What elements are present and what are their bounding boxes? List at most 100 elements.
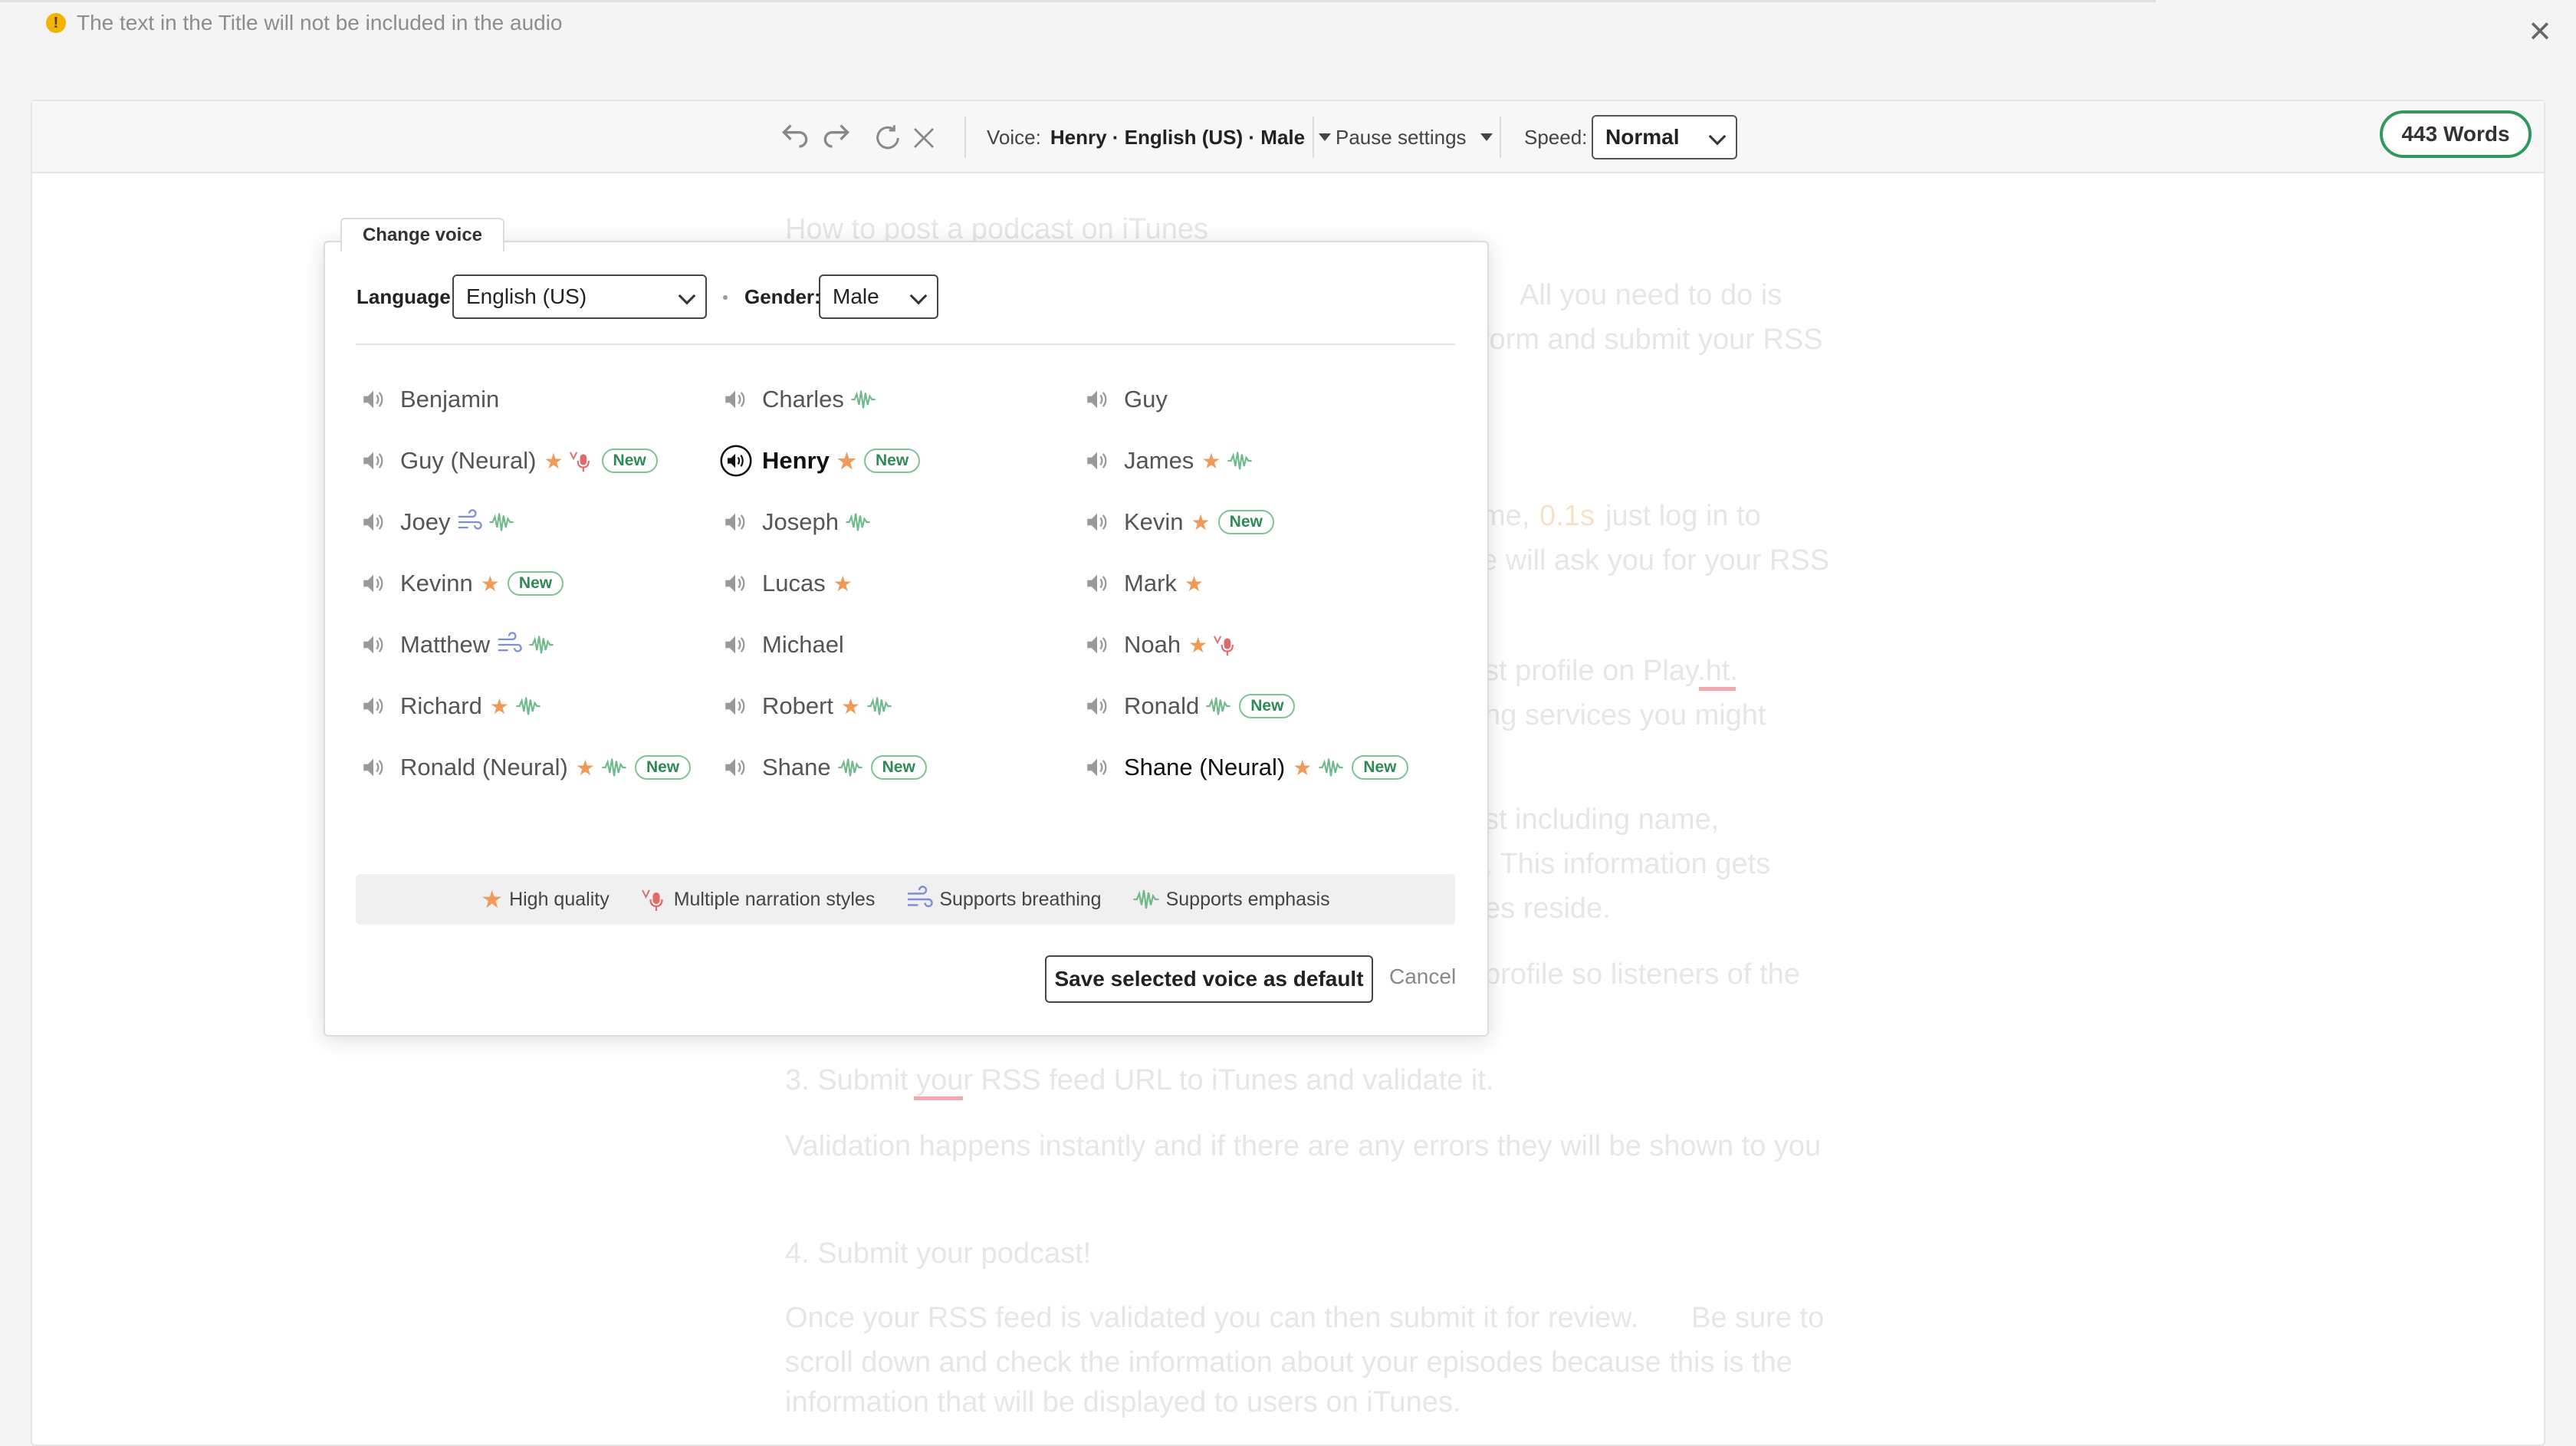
word-count-badge: 443 Words	[2380, 110, 2532, 158]
doc-text-line: 4. Submit your podcast!	[785, 1237, 1092, 1270]
voice-option-ronald-neural[interactable]: Ronald (Neural) ★ New	[360, 746, 692, 789]
voice-option-shane[interactable]: Shane New	[722, 746, 927, 789]
voice-option-henry[interactable]: Henry ★ New	[719, 439, 921, 482]
voice-option-guy-neural[interactable]: Guy (Neural) ★ New	[360, 439, 658, 482]
speaker-icon	[363, 573, 383, 593]
save-default-voice-button[interactable]: Save selected voice as default	[1045, 955, 1373, 1003]
voice-option-charles[interactable]: Charles	[722, 378, 876, 421]
speed-select[interactable]: Normal	[1592, 115, 1737, 159]
voice-name: Lucas	[762, 570, 826, 596]
chevron-down-icon	[678, 287, 696, 305]
top-divider	[0, 0, 2156, 2]
voice-selector[interactable]: Voice: Henry · English (US) · Male	[987, 121, 1332, 153]
speaker-icon	[363, 635, 383, 655]
title-audio-notice: ! The text in the Title will not be incl…	[46, 8, 563, 38]
voice-name: Benjamin	[400, 386, 500, 412]
voice-option-noah[interactable]: Noah ★	[1084, 623, 1238, 666]
voice-option-ronald[interactable]: Ronald New	[1084, 685, 1296, 728]
speaker-icon	[1086, 573, 1107, 593]
legend-emphasis: Supports emphasis	[1132, 886, 1330, 913]
high-quality-star-icon: ★	[489, 694, 509, 718]
new-badge: New	[1217, 510, 1274, 534]
change-voice-tab: Change voice	[340, 218, 504, 251]
voice-option-matthew[interactable]: Matthew	[360, 623, 554, 666]
breathing-icon	[497, 632, 522, 652]
speaker-icon	[1086, 696, 1107, 716]
legend-breathing: Supports breathing	[905, 886, 1102, 913]
voice-option-joseph[interactable]: Joseph	[722, 501, 871, 544]
voice-value: Henry · English (US) · Male	[1050, 125, 1306, 149]
speaker-icon	[724, 573, 745, 593]
high-quality-star-icon: ★	[836, 449, 856, 473]
voice-option-robert[interactable]: Robert ★	[722, 685, 892, 728]
high-quality-star-icon: ★	[544, 449, 564, 473]
speaker-icon	[363, 758, 383, 777]
waveform-icon	[1132, 889, 1160, 910]
voice-name: James	[1124, 447, 1194, 474]
gender-select[interactable]: Male	[819, 274, 938, 319]
language-select[interactable]: English (US)	[452, 274, 707, 319]
new-badge: New	[634, 755, 692, 780]
legend-label: Multiple narration styles	[673, 888, 876, 910]
doc-text-line: information that will be displayed to us…	[785, 1386, 1461, 1418]
high-quality-star-icon: ★	[1184, 571, 1204, 596]
doc-text-line: ng services you might	[1484, 699, 1766, 731]
pause-settings-menu[interactable]: Pause settings	[1336, 121, 1493, 153]
doc-text-line: Once your RSS feed is validated you can …	[785, 1302, 1639, 1334]
legend-label: Supports emphasis	[1165, 888, 1330, 910]
speaker-icon	[1086, 451, 1107, 471]
caret-down-icon	[1480, 133, 1493, 141]
voice-option-shane-neural[interactable]: Shane (Neural) ★ New	[1084, 746, 1408, 789]
speaker-icon	[363, 451, 383, 471]
voice-name: Charles	[762, 386, 844, 412]
voice-name: Guy (Neural)	[400, 447, 537, 474]
refresh-icon[interactable]	[869, 115, 907, 161]
cancel-button[interactable]: Cancel	[1389, 965, 1456, 989]
chevron-down-icon	[909, 287, 928, 305]
voice-option-mark[interactable]: Mark ★	[1084, 562, 1204, 605]
high-quality-star-icon: ★	[841, 694, 861, 718]
voice-option-lucas[interactable]: Lucas ★	[722, 562, 853, 605]
close-icon[interactable]: ×	[2522, 12, 2558, 50]
legend-label: Supports breathing	[939, 888, 1102, 910]
emphasis-icon	[488, 512, 515, 532]
doc-text-line: profile so listeners of the	[1484, 958, 1800, 991]
star-icon: ★	[481, 886, 504, 913]
toolbar-divider	[1500, 117, 1501, 158]
toolbar-divider	[1313, 117, 1314, 158]
voice-option-kevin[interactable]: Kevin ★ New	[1084, 501, 1274, 544]
voice-option-joey[interactable]: Joey	[360, 501, 515, 544]
new-badge: New	[863, 449, 921, 473]
notice-text: The text in the Title will not be includ…	[77, 11, 563, 35]
spelling-underline	[1699, 687, 1736, 691]
voice-name: Kevinn	[400, 570, 473, 596]
legend-high-quality: ★ High quality	[481, 885, 609, 914]
emphasis-icon	[1318, 758, 1344, 777]
voice-name: Robert	[762, 692, 834, 719]
voice-option-guy[interactable]: Guy	[1084, 378, 1168, 421]
doc-text-line: just log in to	[1605, 500, 1761, 532]
undo-icon[interactable]	[776, 115, 814, 161]
clear-icon[interactable]	[905, 115, 943, 161]
gender-label: Gender:	[744, 285, 821, 308]
voice-option-james[interactable]: James ★	[1084, 439, 1254, 482]
emphasis-icon	[601, 758, 627, 777]
toolbar-divider	[964, 117, 966, 158]
voice-option-michael[interactable]: Michael	[722, 623, 844, 666]
dialog-divider	[356, 343, 1455, 345]
voice-option-richard[interactable]: Richard ★	[360, 685, 541, 728]
emphasis-icon	[515, 696, 541, 716]
new-badge: New	[870, 755, 927, 780]
voice-option-benjamin[interactable]: Benjamin	[360, 378, 499, 421]
voice-name: Kevin	[1124, 508, 1184, 535]
doc-text-line: es reside.	[1484, 892, 1611, 925]
voice-option-kevinn[interactable]: Kevinn ★ New	[360, 562, 564, 605]
doc-text-line: 3. Submit your RSS feed URL to iTunes an…	[785, 1064, 1494, 1096]
emphasis-icon	[850, 389, 876, 409]
high-quality-star-icon: ★	[1201, 449, 1221, 473]
breathing-icon	[458, 509, 483, 530]
voice-name: Joseph	[762, 508, 839, 535]
speaker-icon	[724, 758, 745, 777]
voice-name: Shane (Neural)	[1124, 754, 1286, 781]
redo-icon[interactable]	[817, 115, 856, 161]
